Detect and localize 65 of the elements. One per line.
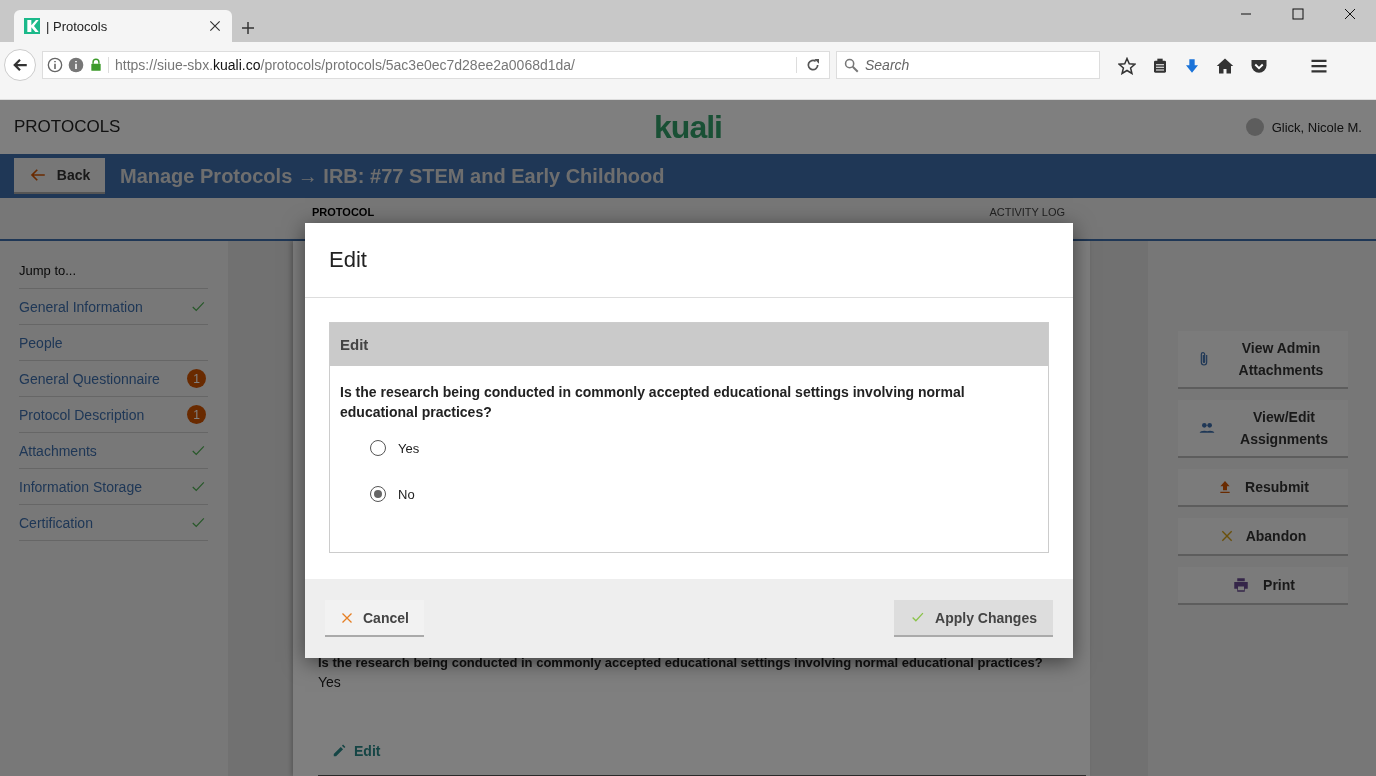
question-text: Is the research being conducted in commonly accepted educational settings involving normal educational practices? (339, 383, 966, 422)
apply-button[interactable]: Apply Changes (894, 600, 1053, 637)
sidebar-link[interactable]: General Questionnaire (19, 370, 160, 387)
app-name: PROTOCOLS (14, 117, 121, 137)
pencil-icon (332, 744, 346, 758)
tab[interactable]: ACTIVITY LOG (983, 197, 1071, 219)
close-icon (341, 611, 353, 624)
avatar (1245, 118, 1264, 137)
info-icon (47, 57, 63, 73)
menu-icon (1310, 57, 1328, 75)
pocket-icon (1250, 57, 1268, 75)
option-label[interactable]: Yes (398, 440, 420, 456)
sidebar-link[interactable]: Attachments (19, 442, 97, 459)
sidebar-heading: Jump to... (19, 263, 208, 289)
check-icon (190, 515, 206, 530)
logo: kuali (654, 108, 722, 146)
dialog-title: Edit (329, 247, 367, 273)
download-icon (1184, 57, 1200, 75)
user-name[interactable]: Glick, Nicole M. (1271, 119, 1362, 135)
action-button[interactable]: Resubmit (1178, 469, 1348, 507)
action-button[interactable]: View Admin Attachments (1178, 331, 1348, 389)
check-icon (190, 299, 206, 314)
favicon-icon (24, 18, 40, 34)
reader-icon (1152, 58, 1168, 74)
count-badge: 1 (187, 405, 206, 424)
browser-tab[interactable]: | Protocols (14, 10, 232, 42)
sidebar-link[interactable]: General Information (19, 298, 143, 315)
search-field[interactable]: Search (836, 51, 1100, 79)
maximize-icon (1292, 8, 1304, 20)
sidebar-link[interactable]: Information Storage (19, 478, 142, 495)
check-icon (910, 611, 926, 624)
tab[interactable]: PROTOCOL (306, 197, 381, 219)
sidebar-link[interactable]: Protocol Description (19, 406, 145, 423)
cancel-button[interactable]: Cancel (325, 600, 424, 637)
question-text: Is the research being conducted in commonly accepted educational settings involving normal educational practices? (318, 655, 1044, 670)
radio-button[interactable] (370, 440, 386, 456)
close-icon (1219, 529, 1234, 543)
panel-title: Edit (340, 336, 369, 353)
info-icon (68, 57, 84, 73)
back-button[interactable]: Back (14, 158, 105, 195)
action-button[interactable]: View/Edit Assignments (1178, 400, 1348, 458)
check-icon (190, 479, 206, 494)
count-badge: 1 (187, 369, 206, 388)
answer-text: Yes (318, 674, 342, 690)
url-text: https://siue-sbx.kuali.co/protocols/protocols/5ac3e0ec7d28ee2a0068d1da/ (108, 57, 791, 73)
action-button[interactable]: Print (1178, 567, 1348, 605)
option-label[interactable]: No (398, 486, 415, 502)
action-button[interactable]: Abandon (1178, 518, 1348, 556)
home-icon (1216, 57, 1234, 75)
star-icon (1118, 57, 1136, 75)
page-title: Manage Protocols → IRB: #77 STEM and Early Childhood (120, 164, 665, 188)
back-arrow-icon (11, 56, 29, 74)
edit-link[interactable]: Edit (332, 743, 381, 759)
tab-title: | Protocols (46, 18, 109, 34)
sidebar-link[interactable]: People (19, 334, 63, 351)
back-button[interactable] (4, 49, 36, 81)
check-icon (190, 443, 206, 458)
close-icon (1344, 8, 1356, 20)
radio-button[interactable] (370, 486, 386, 502)
sidebar-link[interactable]: Certification (19, 514, 93, 531)
close-icon (208, 19, 222, 33)
address-bar[interactable]: https://siue-sbx.kuali.co/protocols/protocols/5ac3e0ec7d28ee2a0068d1da/ (42, 51, 830, 79)
new-tab-icon (240, 20, 256, 36)
lock-icon (89, 57, 103, 73)
reload-icon (805, 57, 821, 73)
